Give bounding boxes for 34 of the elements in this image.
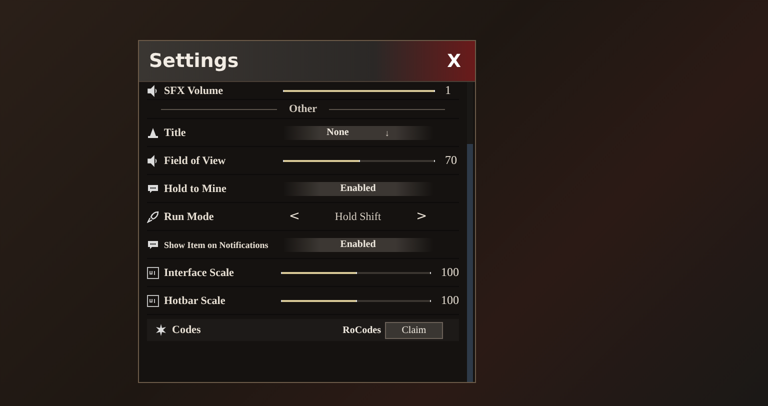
ui-icon [147,294,159,306]
setting-label: Interface Scale [164,266,234,278]
hat-icon [147,126,159,138]
setting-label: Show Item on Notifications [164,240,268,250]
toggle-button[interactable]: Enabled [283,182,433,196]
setting-label: Run Mode [164,210,214,222]
speaker-icon [147,154,159,166]
claim-button[interactable]: Claim [385,322,443,338]
sparkle-icon [155,324,167,336]
setting-label: SFX Volume [164,84,223,96]
selector-value: Hold Shift [334,210,382,222]
section-heading: Other [288,103,318,115]
slider-value: 70 [445,153,457,168]
setting-label: Field of View [164,154,226,166]
setting-label: Title [164,126,186,138]
slider-value: 100 [441,293,459,308]
chat-icon [147,182,159,194]
code-input[interactable]: RoCodes [297,324,385,336]
toggle-button[interactable]: Enabled [283,238,433,252]
speaker-icon [147,84,159,96]
setting-label: Hold to Mine [164,182,226,194]
close-button[interactable]: X [443,50,465,72]
setting-label: Hotbar Scale [164,294,226,306]
dropdown[interactable]: None ↓ [283,126,433,140]
setting-label: Codes [172,324,201,336]
slider-value: 100 [441,265,459,280]
slider-value: 1 [445,83,451,98]
ui-icon [147,266,159,278]
rocket-icon [147,210,159,222]
next-button[interactable]: > [410,209,433,224]
window-title: Settings [149,50,239,72]
chat-icon [147,238,159,250]
scrollbar[interactable] [467,82,473,382]
previous-button[interactable]: < [283,209,306,224]
